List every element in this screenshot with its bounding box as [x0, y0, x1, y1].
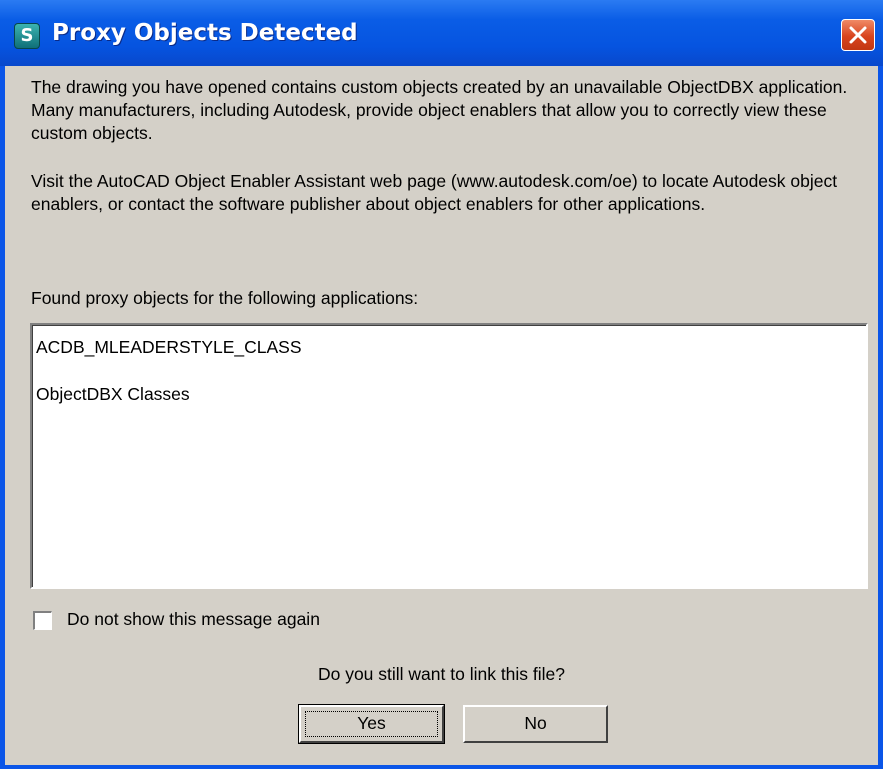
message-paragraph-1: The drawing you have opened contains cus…	[31, 77, 848, 143]
found-label: Found proxy objects for the following ap…	[31, 288, 419, 308]
message-paragraph-2: Visit the AutoCAD Object Enabler Assista…	[31, 171, 838, 214]
list-item[interactable]: ACDB_MLEADERSTYLE_CLASS	[36, 337, 302, 358]
list-inner-border	[32, 325, 866, 587]
no-button[interactable]: No	[463, 705, 608, 743]
app-s-icon: S	[14, 23, 40, 49]
close-icon	[849, 26, 867, 44]
dialog-title: Proxy Objects Detected	[52, 20, 358, 46]
link-question-text: Do you still want to link this file?	[317, 664, 566, 684]
dialog-client-area: The drawing you have opened contains cus…	[5, 66, 878, 765]
list-item[interactable]: ObjectDBX Classes	[36, 384, 190, 405]
yes-button-label: Yes	[357, 713, 386, 733]
yes-button[interactable]: Yes	[298, 704, 445, 744]
close-button[interactable]	[841, 19, 875, 51]
dont-show-again-label[interactable]: Do not show this message again	[67, 609, 320, 630]
proxy-application-list[interactable]: ACDB_MLEADERSTYLE_CLASS ObjectDBX Classe…	[30, 323, 868, 589]
dialog-window: S Proxy Objects Detected The drawing you…	[0, 0, 883, 769]
dont-show-again-checkbox[interactable]	[33, 611, 52, 630]
title-bar[interactable]: S Proxy Objects Detected	[0, 0, 883, 66]
no-button-label: No	[524, 713, 547, 733]
